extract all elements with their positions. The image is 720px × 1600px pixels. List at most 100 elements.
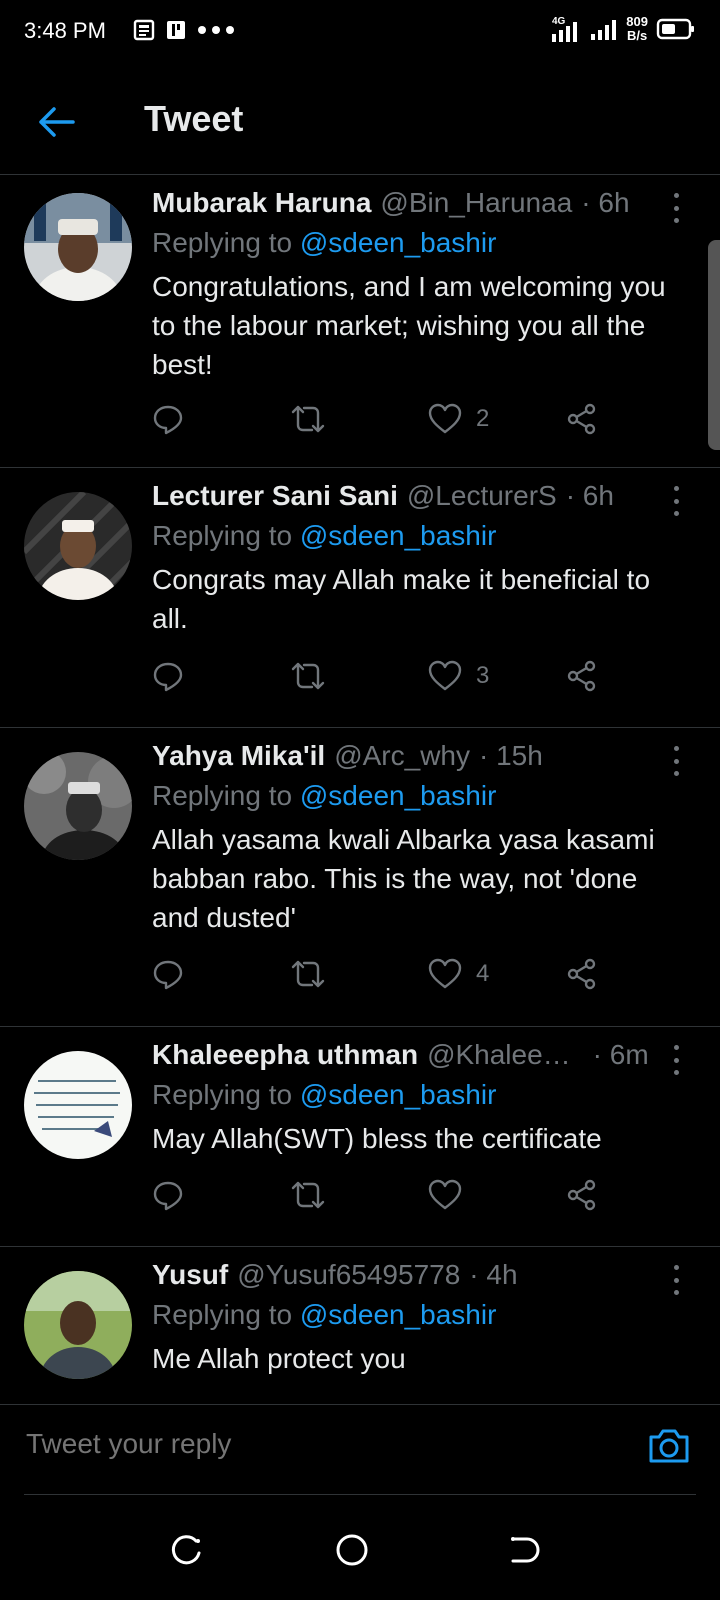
more-button[interactable] — [664, 193, 688, 223]
network-label: 4G — [552, 16, 566, 27]
more-button[interactable] — [664, 1045, 688, 1075]
tweet-actions: 4 — [152, 952, 632, 996]
share-button[interactable] — [566, 654, 598, 698]
share-button[interactable] — [566, 952, 598, 996]
retweet-icon — [291, 662, 325, 690]
retweet-button[interactable] — [290, 654, 326, 698]
avatar[interactable] — [24, 492, 132, 600]
retweet-button[interactable] — [290, 397, 326, 441]
tweet-time: · 4h — [469, 1259, 518, 1290]
tweet-content: Yusuf @Yusuf65495778 · 4h Replying to @s… — [152, 1255, 684, 1378]
author-handle[interactable]: @Yusuf65495778 — [237, 1255, 460, 1295]
recent-apps-icon — [171, 1535, 201, 1565]
tweet-reply[interactable]: Yahya Mika'il @Arc_why · 15h Replying to… — [0, 728, 720, 1027]
tweet-text: May Allah(SWT) bless the certificate — [152, 1123, 602, 1154]
author-name[interactable]: Yahya Mika'il — [152, 736, 325, 776]
tweet-content: Yahya Mika'il @Arc_why · 15h Replying to… — [152, 736, 684, 937]
replying-to: Replying to @sdeen_bashir — [152, 223, 684, 263]
recent-apps-button[interactable] — [166, 1530, 206, 1570]
more-button[interactable] — [664, 486, 688, 516]
tweet-header: Lecturer Sani Sani @LecturerS · 6h — [152, 476, 684, 516]
signal-icon — [591, 20, 617, 40]
camera-button[interactable] — [646, 1423, 692, 1469]
author-handle[interactable]: @Bin_Harunaa — [380, 183, 572, 223]
reply-button[interactable] — [152, 397, 184, 441]
back-nav-button[interactable] — [504, 1530, 544, 1570]
home-icon — [336, 1534, 368, 1566]
tweet-reply[interactable]: Khaleeepha uthman @Khalee… · 6m Replying… — [0, 1027, 720, 1247]
tweet-reply[interactable]: Yusuf @Yusuf65495778 · 4h Replying to @s… — [0, 1247, 720, 1403]
replying-to: Replying to @sdeen_bashir — [152, 1075, 684, 1115]
reply-button[interactable] — [152, 1173, 184, 1217]
system-nav-bar — [0, 1500, 720, 1600]
share-icon — [567, 958, 596, 990]
heart-icon — [428, 958, 462, 989]
tweet-reply[interactable]: Lecturer Sani Sani @LecturerS · 6h Reply… — [0, 468, 720, 728]
divider — [24, 1494, 696, 1495]
share-icon — [567, 660, 596, 692]
like-count: 2 — [476, 405, 490, 432]
more-button[interactable] — [664, 746, 688, 776]
author-handle[interactable]: @Arc_why — [334, 736, 470, 776]
pdf-icon — [167, 21, 185, 39]
reply-composer — [0, 1404, 720, 1495]
author-handle[interactable]: @LecturerS — [407, 476, 557, 516]
tweet-header: Yusuf @Yusuf65495778 · 4h — [152, 1255, 684, 1295]
tweet-content: Khaleeepha uthman @Khalee… · 6m Replying… — [152, 1035, 684, 1158]
tweet-time: · 15h — [479, 740, 543, 771]
heart-icon — [428, 1179, 462, 1210]
tweet-content: Mubarak Haruna @Bin_Harunaa · 6h Replyin… — [152, 183, 684, 384]
avatar[interactable] — [24, 752, 132, 860]
retweet-button[interactable] — [290, 1173, 326, 1217]
reply-input[interactable] — [24, 1427, 588, 1461]
avatar[interactable] — [24, 1271, 132, 1379]
avatar[interactable] — [24, 193, 132, 301]
news-icon — [133, 19, 155, 41]
like-button[interactable]: 4 — [428, 952, 489, 996]
tweet-actions: 2 — [152, 397, 632, 441]
retweet-button[interactable] — [290, 952, 326, 996]
more-button[interactable] — [664, 1265, 688, 1295]
status-bar: 3:48 PM 4G 809 B/s — [0, 0, 720, 64]
like-button[interactable]: 3 — [428, 654, 489, 698]
reply-button[interactable] — [152, 952, 184, 996]
author-name[interactable]: Mubarak Haruna — [152, 183, 371, 223]
status-notification-icons — [132, 18, 236, 42]
avatar[interactable] — [24, 1051, 132, 1159]
share-button[interactable] — [566, 397, 598, 441]
home-button[interactable] — [332, 1530, 372, 1570]
page-title: Tweet — [144, 98, 244, 139]
mention-link[interactable]: @sdeen_bashir — [300, 780, 497, 811]
author-name[interactable]: Yusuf — [152, 1255, 228, 1295]
reply-icon — [153, 405, 183, 435]
reply-button[interactable] — [152, 654, 184, 698]
tweet-actions — [152, 1173, 632, 1217]
retweet-icon — [291, 1181, 325, 1209]
author-name[interactable]: Khaleeepha uthman — [152, 1035, 418, 1075]
share-button[interactable] — [566, 1173, 598, 1217]
heart-icon — [428, 403, 462, 434]
author-name[interactable]: Lecturer Sani Sani — [152, 476, 398, 516]
tweet-reply[interactable]: Mubarak Haruna @Bin_Harunaa · 6h Replyin… — [0, 175, 720, 468]
more-dots-icon — [198, 26, 234, 34]
mention-link[interactable]: @sdeen_bashir — [300, 1079, 497, 1110]
share-icon — [567, 403, 596, 435]
signal-4g-icon: 4G — [552, 16, 578, 42]
camera-icon — [649, 1429, 689, 1463]
like-button[interactable] — [428, 1173, 476, 1217]
author-handle[interactable]: @Khalee… — [427, 1035, 571, 1075]
mention-link[interactable]: @sdeen_bashir — [300, 1299, 497, 1330]
arrow-left-icon — [39, 107, 75, 137]
header: Tweet — [0, 64, 720, 175]
heart-icon — [428, 660, 462, 691]
back-button[interactable] — [34, 100, 78, 144]
replying-to: Replying to @sdeen_bashir — [152, 516, 684, 556]
share-icon — [567, 1179, 596, 1211]
tweet-header: Mubarak Haruna @Bin_Harunaa · 6h — [152, 183, 684, 223]
network-speed-value: 809 — [626, 14, 648, 29]
mention-link[interactable]: @sdeen_bashir — [300, 227, 497, 258]
tweet-text: Congratulations, and I am welcoming you … — [152, 271, 666, 380]
like-button[interactable]: 2 — [428, 397, 489, 441]
replying-to: Replying to @sdeen_bashir — [152, 776, 684, 816]
mention-link[interactable]: @sdeen_bashir — [300, 520, 497, 551]
